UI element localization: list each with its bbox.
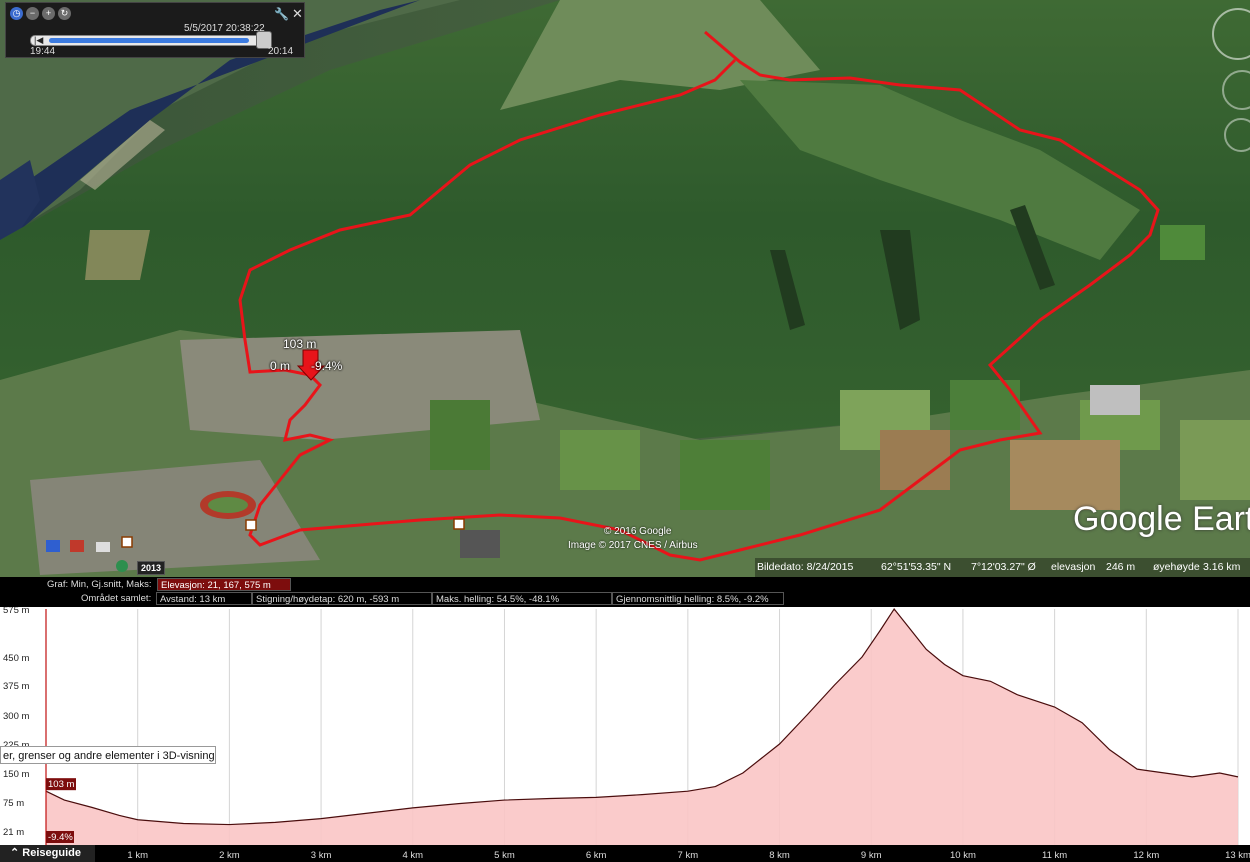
marker-distance: 0 m	[270, 359, 291, 373]
x-tick-label: 10 km	[950, 850, 976, 861]
place-icon[interactable]	[245, 519, 257, 531]
time-slider-range	[49, 38, 249, 43]
time-slider-panel: ◷ − + ↻ 🔧 ✕ 5/5/2017 20:38:22 |◀ 19:44 2…	[5, 2, 305, 58]
bus-icon[interactable]	[96, 542, 110, 552]
close-icon[interactable]: ✕	[292, 6, 303, 22]
copyright-google: © 2016 Google	[604, 526, 672, 537]
elevation-readout: 246 m	[1106, 561, 1136, 573]
store-icon[interactable]	[70, 540, 84, 552]
stats-graph-label: Graf: Min, Gj.snitt, Maks:	[47, 579, 152, 590]
travel-guide-button[interactable]: ⌃ Reiseguide	[0, 845, 95, 862]
eye-altitude-readout: 3.16 km	[1203, 561, 1241, 573]
chevron-up-icon: ⌃	[10, 847, 20, 859]
street-view-control[interactable]	[1224, 118, 1250, 152]
x-tick-label: 2 km	[219, 850, 240, 861]
x-tick-label: 1 km	[127, 850, 148, 861]
y-axis-area	[0, 607, 46, 862]
time-slider-end: 20:14	[268, 46, 294, 57]
tooltip: er, grenser og andre elementer i 3D-visn…	[0, 746, 216, 764]
marker-elevation: 103 m	[283, 337, 317, 351]
travel-guide-label: Reiseguide	[22, 847, 81, 859]
y-tick-label: 375 m	[3, 681, 29, 692]
shopping-cart-icon[interactable]	[46, 540, 60, 552]
y-tick-label: 450 m	[3, 653, 29, 664]
stats-selection-label: Området samlet:	[81, 593, 152, 604]
marker-slope: -9.4%	[311, 359, 343, 373]
historic-imagery-icon[interactable]	[116, 560, 128, 572]
clock-icon[interactable]: ◷	[10, 7, 23, 20]
wrench-icon[interactable]: 🔧	[274, 7, 289, 21]
cursor-elevation-label: 103 m	[48, 779, 74, 790]
elevation-label: elevasjon	[1051, 561, 1096, 573]
refresh-icon[interactable]: ↻	[58, 7, 71, 20]
y-tick-label: 150 m	[3, 769, 29, 780]
y-tick-label: 575 m	[3, 607, 29, 616]
y-tick-label: 300 m	[3, 711, 29, 722]
elevation-profile-chart[interactable]: 575 m450 m375 m300 m225 m150 m75 m21 m1 …	[0, 607, 1250, 862]
x-tick-label: 3 km	[311, 850, 332, 861]
x-tick-label: 12 km	[1133, 850, 1159, 861]
status-bar: Bildedato: 8/24/2015 62°51'53.35" N 7°12…	[755, 558, 1250, 577]
x-tick-label: 13 km	[1225, 850, 1250, 861]
stats-elevation[interactable]: Elevasjon: 21, 167, 575 m	[157, 578, 291, 591]
historic-imagery-badge[interactable]: 2013	[137, 561, 166, 575]
x-tick-label: 6 km	[586, 850, 607, 861]
x-tick-label: 8 km	[769, 850, 790, 861]
y-tick-label: 21 m	[3, 827, 24, 838]
y-tick-label: 75 m	[3, 798, 24, 809]
elevation-profile-svg[interactable]: 575 m450 m375 m300 m225 m150 m75 m21 m1 …	[0, 607, 1250, 862]
place-icon[interactable]	[121, 536, 133, 548]
x-tick-label: 5 km	[494, 850, 515, 861]
longitude-readout: 7°12'03.27" Ø	[971, 561, 1036, 573]
elevation-profile-stats: Graf: Min, Gj.snitt, Maks: Elevasjon: 21…	[0, 577, 1250, 607]
skip-start-icon[interactable]: |◀	[34, 35, 43, 46]
cursor-slope-label: -9.4%	[48, 832, 73, 843]
copyright-imagery: Image © 2017 CNES / Airbus	[568, 540, 698, 551]
stats-avg-slope[interactable]: Gjennomsnittlig helling: 8.5%, -9.2%	[612, 592, 784, 605]
time-slider-date: 5/5/2017 20:38:22	[184, 23, 265, 34]
x-tick-label: 7 km	[678, 850, 699, 861]
latitude-readout: 62°51'53.35" N	[881, 561, 952, 573]
stats-climb[interactable]: Stigning/høydetap: 620 m, -593 m	[252, 592, 432, 605]
place-icon[interactable]	[453, 518, 465, 530]
x-tick-label: 9 km	[861, 850, 882, 861]
stats-distance[interactable]: Avstand: 13 km	[156, 592, 252, 605]
google-earth-logo: Google Earth	[1073, 500, 1250, 538]
time-slider-track[interactable]	[30, 35, 272, 46]
time-slider-start: 19:44	[30, 46, 56, 57]
x-tick-label: 11 km	[1042, 850, 1067, 861]
zoom-out-icon[interactable]: −	[26, 7, 39, 20]
x-tick-label: 4 km	[402, 850, 423, 861]
eye-altitude-label: øyehøyde	[1153, 561, 1200, 573]
image-date: Bildedato: 8/24/2015	[757, 561, 854, 573]
satellite-terrain	[0, 0, 1250, 577]
stats-max-slope[interactable]: Maks. helling: 54.5%, -48.1%	[432, 592, 612, 605]
map-view[interactable]: ◷ − + ↻ 🔧 ✕ 5/5/2017 20:38:22 |◀ 19:44 2…	[0, 0, 1250, 577]
zoom-in-icon[interactable]: +	[42, 7, 55, 20]
